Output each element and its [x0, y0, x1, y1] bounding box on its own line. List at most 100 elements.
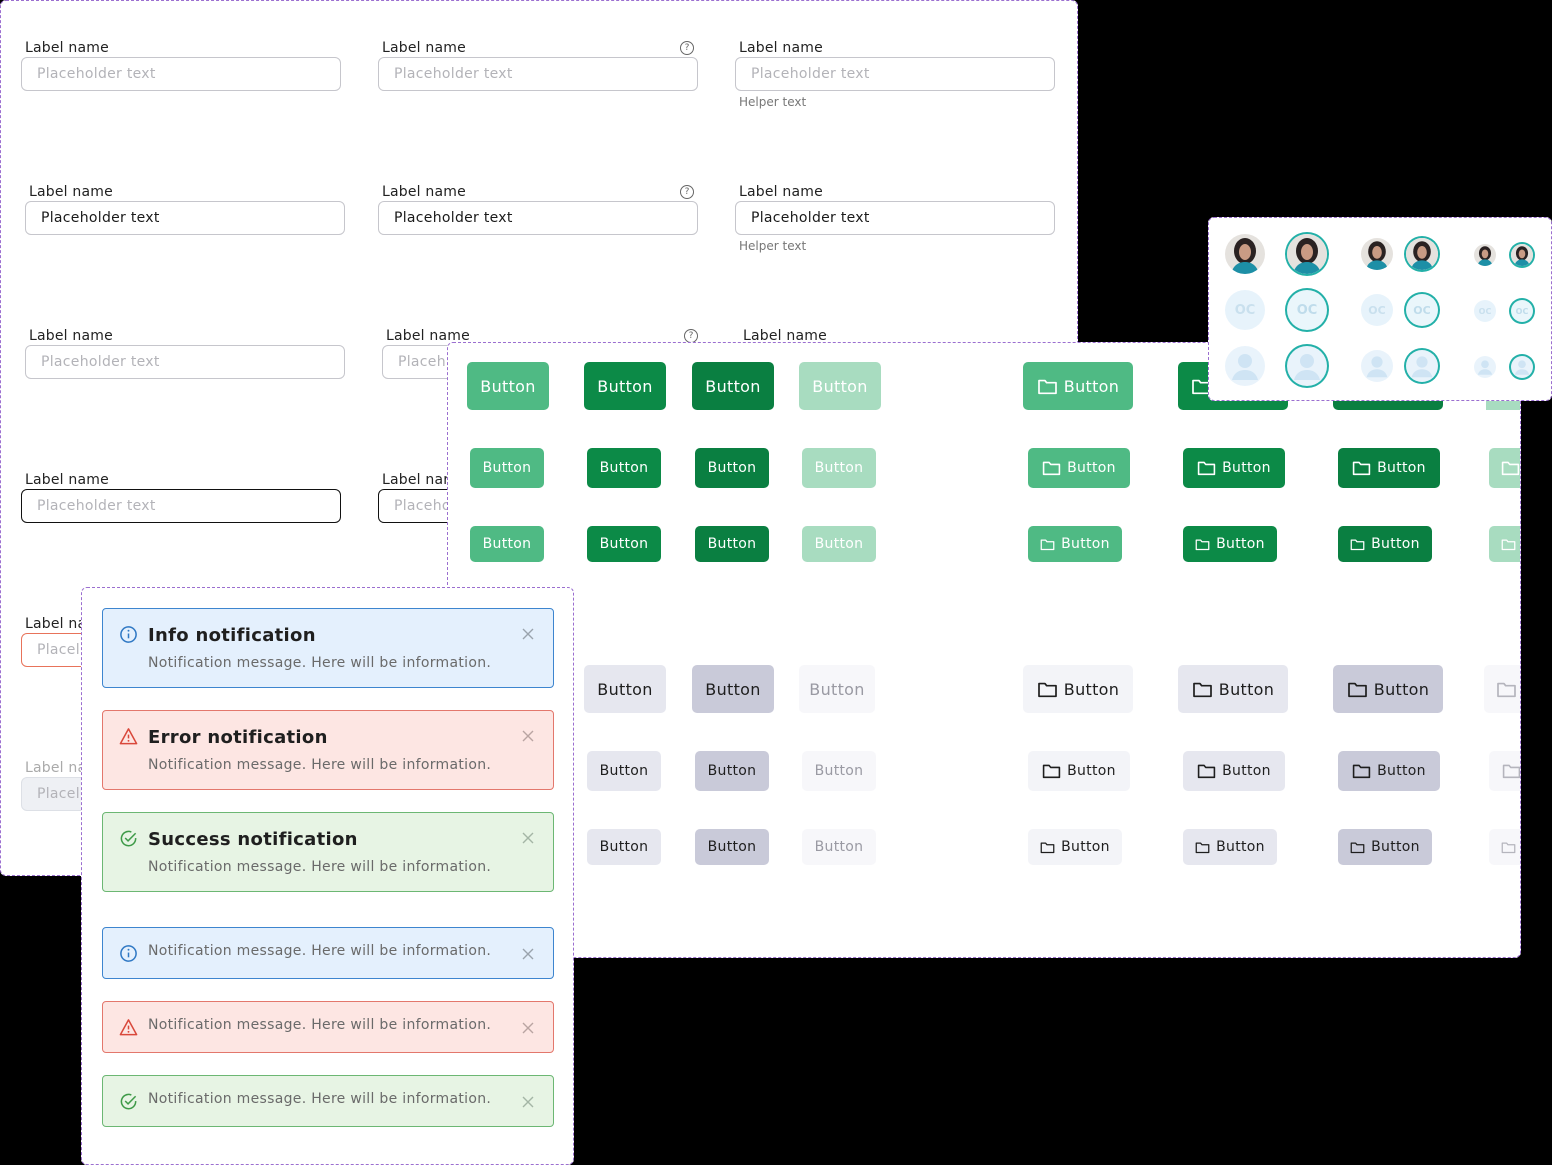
folder-icon [1350, 841, 1365, 854]
secondary-icon-button-pressed[interactable]: Button [1333, 665, 1443, 713]
helper-text: Helper text [739, 95, 807, 109]
close-icon[interactable] [521, 729, 535, 743]
secondary-icon-button-hover[interactable]: Button [1183, 829, 1277, 865]
avatar[interactable] [1511, 244, 1533, 266]
buttons-panel: Button Button Button Button Button Butto… [447, 342, 1521, 958]
primary-button-disabled: Button [802, 448, 876, 488]
error-notification-compact: Notification message. Here will be infor… [102, 1001, 554, 1053]
primary-icon-button-disabled [1489, 526, 1520, 562]
secondary-button[interactable]: Button [584, 665, 666, 713]
success-notification-compact: Notification message. Here will be infor… [102, 1075, 554, 1127]
secondary-icon-button-hover[interactable]: Button [1178, 665, 1288, 713]
button-label: Button [1371, 839, 1420, 855]
user-icon[interactable] [1361, 350, 1393, 382]
folder-icon [1352, 460, 1371, 476]
avatar-initials[interactable]: OC [1511, 300, 1533, 322]
primary-button-pressed[interactable]: Button [695, 448, 769, 488]
text-input[interactable]: Placeholder text [25, 345, 345, 379]
button-label: Button [1216, 536, 1265, 552]
avatar-initials[interactable]: OC [1361, 294, 1393, 326]
primary-button-pressed[interactable]: Button [692, 362, 774, 410]
info-icon [120, 626, 137, 643]
info-notification: Info notification Notification message. … [102, 608, 554, 688]
text-input[interactable]: Placeholder text [735, 57, 1055, 91]
close-icon[interactable] [521, 831, 535, 845]
error-notification: Error notification Notification message.… [102, 710, 554, 790]
primary-button-hover[interactable]: Button [584, 362, 666, 410]
primary-icon-button[interactable]: Button [1028, 526, 1122, 562]
secondary-icon-button[interactable]: Button [1028, 829, 1122, 865]
text-input[interactable]: Placeholder text [21, 57, 341, 91]
folder-icon [1195, 538, 1210, 551]
user-icon[interactable] [1511, 356, 1533, 378]
folder-icon [1352, 763, 1371, 779]
secondary-button-pressed[interactable]: Button [695, 829, 769, 865]
secondary-button[interactable]: Button [587, 829, 661, 865]
button-label: Button [1061, 536, 1110, 552]
secondary-button[interactable]: Button [587, 751, 661, 791]
text-input[interactable]: Placeholder text [735, 201, 1055, 235]
folder-icon [1195, 841, 1210, 854]
secondary-icon-button[interactable]: Button [1023, 665, 1133, 713]
text-input[interactable]: Placeholder text [25, 201, 345, 235]
folder-icon [1192, 681, 1213, 698]
avatar-initials[interactable]: OC [1225, 290, 1265, 330]
user-icon[interactable] [1225, 346, 1265, 386]
user-icon[interactable] [1474, 356, 1496, 378]
primary-button[interactable]: Button [470, 448, 544, 488]
secondary-button-pressed[interactable]: Button [695, 751, 769, 791]
check-circle-icon [120, 830, 137, 847]
secondary-button-pressed[interactable]: Button [692, 665, 774, 713]
avatar-panel: OC OC OC OC OC OC [1208, 217, 1552, 401]
user-icon[interactable] [1287, 346, 1327, 386]
text-input[interactable]: Placeholder text [378, 201, 698, 235]
primary-icon-button[interactable]: Button [1028, 448, 1130, 488]
avatar-initials[interactable]: OC [1474, 300, 1496, 322]
primary-button-pressed[interactable]: Button [695, 526, 769, 562]
secondary-icon-button-pressed[interactable]: Button [1338, 829, 1432, 865]
avatar-initials[interactable]: OC [1287, 290, 1327, 330]
folder-icon [1042, 763, 1061, 779]
folder-icon [1040, 538, 1055, 551]
close-icon[interactable] [521, 627, 535, 641]
notification-message: Notification message. Here will be infor… [148, 1091, 492, 1107]
user-icon[interactable] [1406, 350, 1438, 382]
primary-button-hover[interactable]: Button [587, 526, 661, 562]
primary-icon-button-hover[interactable]: Button [1183, 526, 1277, 562]
field-label: Label name [25, 40, 109, 56]
primary-icon-button[interactable]: Button [1023, 362, 1133, 410]
secondary-icon-button[interactable]: Button [1028, 751, 1130, 791]
primary-icon-button-hover[interactable]: Button [1183, 448, 1285, 488]
success-notification: Success notification Notification messag… [102, 812, 554, 892]
notification-message: Notification message. Here will be infor… [148, 1017, 492, 1033]
secondary-icon-button-pressed[interactable]: Button [1338, 751, 1440, 791]
primary-button[interactable]: Button [467, 362, 549, 410]
primary-button-hover[interactable]: Button [587, 448, 661, 488]
close-icon[interactable] [521, 1095, 535, 1109]
avatar[interactable] [1474, 244, 1496, 266]
avatar-initials[interactable]: OC [1406, 294, 1438, 326]
primary-button-disabled: Button [799, 362, 881, 410]
avatar[interactable] [1287, 234, 1327, 274]
question-circle-icon[interactable]: ? [684, 329, 698, 343]
question-circle-icon[interactable]: ? [680, 41, 694, 55]
secondary-icon-button-hover[interactable]: Button [1183, 751, 1285, 791]
folder-icon [1197, 460, 1216, 476]
avatar[interactable] [1361, 238, 1393, 270]
close-icon[interactable] [521, 947, 535, 961]
folder-icon [1042, 460, 1061, 476]
primary-icon-button-pressed[interactable]: Button [1338, 526, 1432, 562]
button-label: Button [1063, 376, 1120, 396]
text-input[interactable]: Placeholder text [21, 489, 341, 523]
question-circle-icon[interactable]: ? [680, 185, 694, 199]
field-label: Label name [25, 472, 109, 488]
secondary-button-disabled: Button [799, 665, 875, 713]
avatar[interactable] [1406, 238, 1438, 270]
info-notification-compact: Notification message. Here will be infor… [102, 927, 554, 979]
close-icon[interactable] [521, 1021, 535, 1035]
primary-button[interactable]: Button [470, 526, 544, 562]
notification-title: Success notification [148, 829, 358, 850]
primary-icon-button-pressed[interactable]: Button [1338, 448, 1440, 488]
avatar[interactable] [1225, 234, 1265, 274]
text-input[interactable]: Placeholder text [378, 57, 698, 91]
